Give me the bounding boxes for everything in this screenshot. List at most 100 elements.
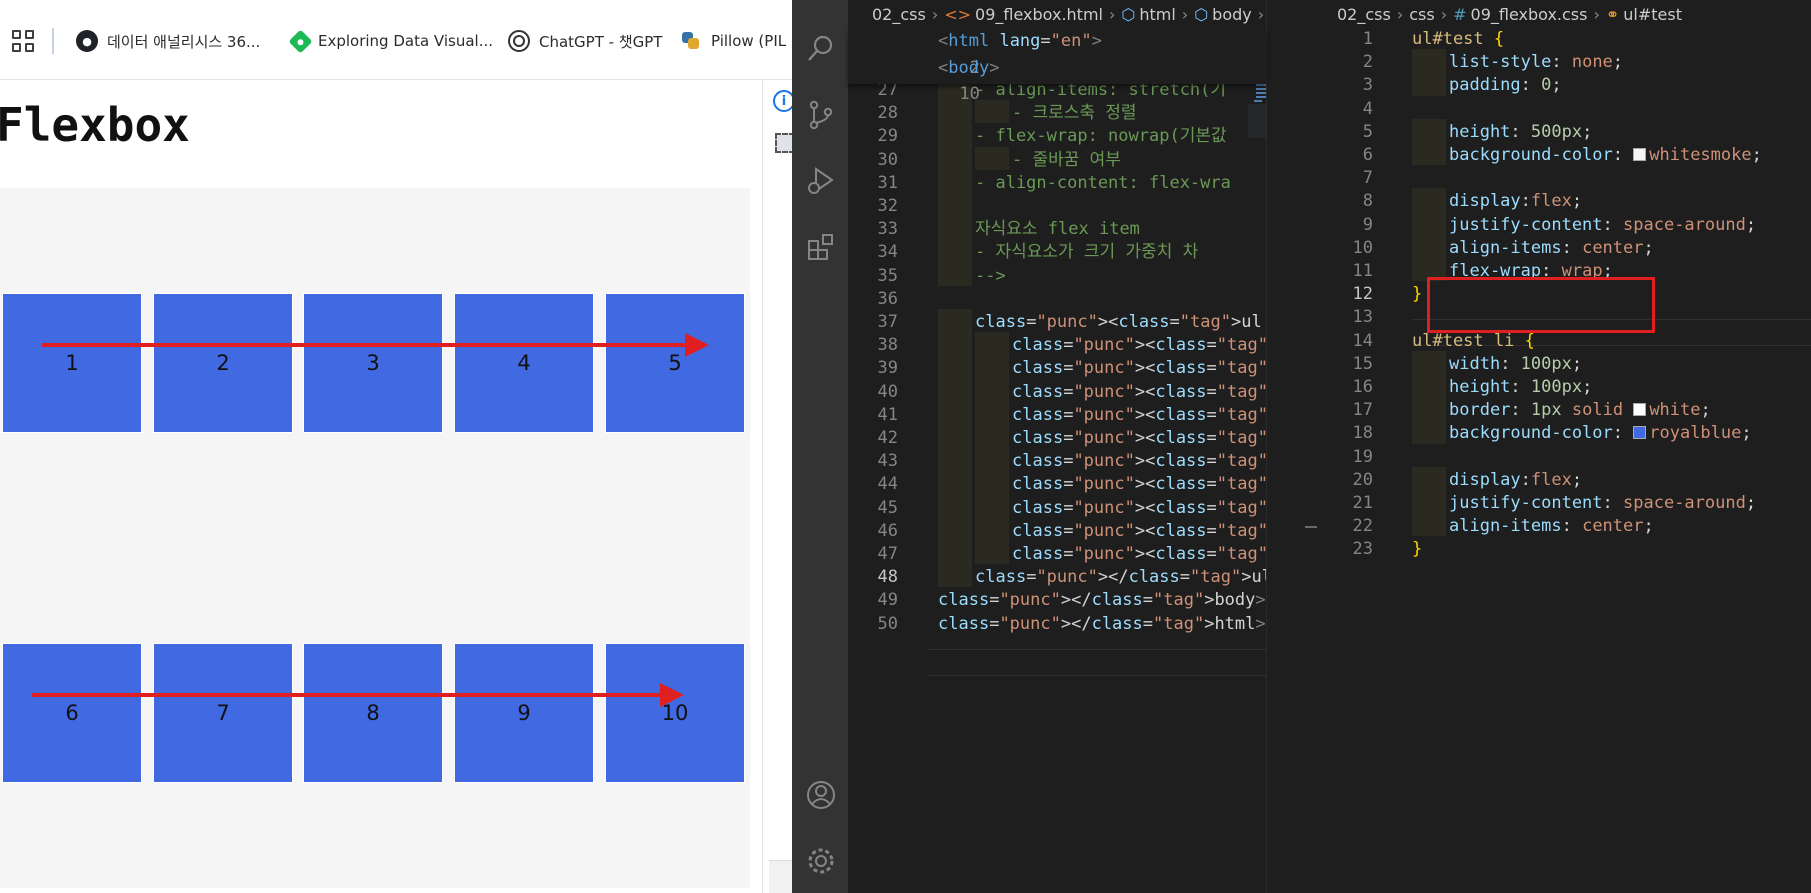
- indent-guide: [938, 146, 972, 170]
- indent-guide: [975, 425, 1009, 449]
- indent-guide: [975, 100, 1009, 124]
- indent-guide: [1412, 234, 1446, 258]
- indent-guide: [1412, 466, 1446, 490]
- chevron-right-icon: ›: [1108, 4, 1116, 24]
- indent-guide: [938, 541, 972, 565]
- breadcrumb-item[interactable]: 02_css: [872, 5, 926, 24]
- flex-item: 10: [605, 643, 745, 783]
- info-icon[interactable]: i: [773, 90, 792, 112]
- row-direction-arrow: [42, 333, 709, 357]
- account-icon[interactable]: [806, 780, 836, 810]
- indent-guide: [1412, 118, 1446, 142]
- indent-guide: [938, 448, 972, 472]
- vscode-window: 02_css › <> 09_flexbox.html › ⬡ html › ⬡…: [792, 0, 1811, 893]
- indent-guide: [975, 146, 1009, 170]
- breadcrumb-item[interactable]: ul#test: [1623, 5, 1682, 24]
- sticky-line[interactable]: 10 <body>: [848, 55, 999, 105]
- indent-guide: [975, 494, 1009, 518]
- indent-guide: [975, 517, 1009, 541]
- indent-guide: [938, 425, 972, 449]
- breadcrumb-item[interactable]: body: [1212, 5, 1252, 24]
- flex-container-ul-test: 1 2 3 4 5 6 7 8 9 10: [0, 188, 750, 888]
- flex-item: 8: [303, 643, 443, 783]
- indent-guide: [938, 332, 972, 356]
- indent-guide: [1412, 72, 1446, 96]
- bookmark-label: Pillow (PIL F: [711, 32, 792, 50]
- indent-guide: [938, 517, 972, 541]
- run-debug-icon[interactable]: [806, 166, 836, 196]
- current-line-highlight: [928, 649, 1266, 676]
- bookmark-exploring-data[interactable]: Exploring Data Visual...: [288, 28, 493, 54]
- breadcrumb-item[interactable]: 02_css: [1337, 5, 1391, 24]
- editor-split-divider[interactable]: [1266, 0, 1323, 893]
- flex-item: 7: [153, 643, 293, 783]
- github-icon: ●: [76, 30, 98, 52]
- indent-guide: [1412, 490, 1446, 514]
- editor-css-pane[interactable]: 02_css › css › # 09_flexbox.css › ⚭ ul#t…: [1317, 0, 1811, 893]
- line-number: 50: [877, 613, 898, 634]
- indent-guide: [975, 541, 1009, 565]
- breadcrumb-item[interactable]: 09_flexbox.css: [1471, 5, 1588, 24]
- code-line[interactable]: 23}: [1317, 536, 1811, 563]
- flex-item: 9: [454, 643, 594, 783]
- bookmarks-bar: ● 데이터 애널리시스 36... Exploring Data Visual.…: [0, 0, 792, 80]
- editor-html-pane[interactable]: 02_css › <> 09_flexbox.html › ⬡ html › ⬡…: [848, 0, 1637, 893]
- indent-guide: [1412, 513, 1446, 537]
- scrollbar[interactable]: [769, 860, 792, 893]
- code-text: }: [1412, 539, 1423, 560]
- breadcrumb: 02_css › <> 09_flexbox.html › ⬡ html › ⬡…: [872, 0, 1270, 28]
- chevron-right-icon: ›: [931, 4, 939, 24]
- python-icon: [680, 30, 702, 52]
- openai-icon: [508, 30, 530, 52]
- sticky-scroll-header: 2 <html lang="en"> 10 <body>: [848, 28, 1266, 105]
- code-text: class="punc"></class="tag">html>: [938, 613, 1266, 634]
- line-number: 23: [1352, 539, 1373, 560]
- settings-gear-icon[interactable]: [806, 846, 836, 876]
- css-hash-icon: #: [1453, 4, 1467, 24]
- indent-guide: [1412, 420, 1446, 444]
- browser-window: ● 데이터 애널리시스 36... Exploring Data Visual.…: [0, 0, 792, 893]
- indent-guide: [938, 355, 972, 379]
- bookmarks-divider: [52, 28, 54, 54]
- indent-guide: [938, 216, 972, 240]
- search-icon[interactable]: [806, 33, 836, 63]
- chevron-right-icon: ›: [1181, 4, 1189, 24]
- indent-guide: [938, 564, 972, 588]
- chevron-right-icon: ›: [1257, 4, 1265, 24]
- breadcrumb: 02_css › css › # 09_flexbox.css › ⚭ ul#t…: [1337, 0, 1682, 28]
- apps-grid-icon[interactable]: [12, 30, 34, 52]
- indent-guide: [975, 355, 1009, 379]
- breadcrumb-item[interactable]: css: [1409, 5, 1434, 24]
- breadcrumb-item[interactable]: html: [1139, 5, 1175, 24]
- chevron-right-icon: ›: [1396, 4, 1404, 24]
- chevron-right-icon: ›: [1593, 4, 1600, 24]
- indent-guide: [1412, 49, 1446, 73]
- selector-symbol-icon: ⚭: [1605, 4, 1620, 24]
- element-cube-icon: ⬡: [1121, 4, 1136, 24]
- bookmark-github[interactable]: ● 데이터 애널리시스 36...: [76, 28, 260, 54]
- bookmark-chatgpt[interactable]: ChatGPT - 챗GPT: [508, 28, 662, 54]
- bookmark-label: ChatGPT - 챗GPT: [539, 32, 663, 51]
- source-control-icon[interactable]: [806, 100, 836, 130]
- html-file-icon: <>: [944, 4, 972, 24]
- code-line[interactable]: 50 class="punc"></class="tag">html>: [848, 611, 1266, 638]
- bookmark-pillow[interactable]: Pillow (PIL F: [680, 28, 792, 54]
- breadcrumb-item[interactable]: 09_flexbox.html: [975, 5, 1103, 24]
- flex-item: 6: [2, 643, 142, 783]
- indent-guide: [938, 239, 972, 263]
- indent-guide: [938, 471, 972, 495]
- indent-guide: [1412, 188, 1446, 212]
- element-cube-icon: ⬡: [1194, 4, 1209, 24]
- page-title: Flexbox: [0, 98, 190, 152]
- flex-item: 5: [605, 293, 745, 433]
- indent-guide: [1412, 211, 1446, 235]
- indent-guide: [1412, 142, 1446, 166]
- indent-guide: [938, 378, 972, 402]
- flex-item: 2: [153, 293, 293, 433]
- indent-guide: [1412, 350, 1446, 374]
- extensions-icon[interactable]: [806, 232, 836, 262]
- inspect-element-icon[interactable]: [775, 133, 792, 153]
- indent-guide: [938, 169, 972, 193]
- indent-guide: [975, 448, 1009, 472]
- sticky-line[interactable]: 2 <html lang="en">: [848, 28, 1102, 78]
